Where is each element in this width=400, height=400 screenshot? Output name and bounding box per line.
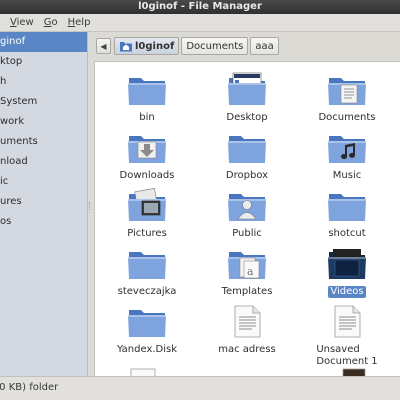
file-label: Dropbox [225, 170, 269, 181]
sidebar-item[interactable]: ktop [0, 52, 87, 72]
file-label: Public [232, 228, 262, 239]
file-item-yandex-disk[interactable]: Yandex.Disk [99, 304, 195, 356]
menubar: View Go Help [0, 14, 400, 32]
file-label: Documents [318, 112, 376, 123]
file-item-mac-adress[interactable]: mac adress [199, 304, 295, 356]
text-document-icon [334, 305, 361, 338]
sidebar-item[interactable]: work [0, 112, 87, 132]
file-item-steveczajka[interactable]: steveczajka [99, 246, 195, 298]
text-document-icon [234, 305, 261, 338]
folder-pictures-icon [128, 188, 166, 221]
file-label: mac adress [218, 344, 276, 355]
folder-icon [128, 310, 166, 337]
status-bar: .0 KB) folder [0, 376, 400, 400]
breadcrumb-label: Documents [186, 40, 244, 52]
folder-documents-icon [328, 78, 366, 105]
file-label: shotcut [328, 228, 366, 239]
folder-icon [128, 78, 166, 105]
sidebar-item[interactable]: System [0, 92, 87, 112]
folder-templates-icon: a [228, 252, 266, 279]
folder-desktop-icon [228, 72, 266, 105]
sidebar-item[interactable]: ginof [0, 32, 87, 52]
file-label: steveczajka [117, 286, 177, 297]
file-item-shotcut[interactable]: shotcut [299, 188, 395, 240]
file-label: Videos [328, 286, 366, 298]
breadcrumb-label: aaa [255, 40, 274, 52]
sidebar-item[interactable]: ic [0, 172, 87, 192]
breadcrumb-documents[interactable]: Documents [181, 37, 249, 55]
breadcrumb-label: l0ginof [135, 40, 175, 52]
status-text: .0 KB) folder [0, 382, 59, 393]
folder-videos-icon [328, 249, 366, 279]
sidebar-item[interactable]: os [0, 212, 87, 232]
path-bar: ◀ l0ginof Documents aaa [92, 32, 400, 60]
file-label: Downloads [119, 170, 175, 181]
file-label: Unsaved Document 1 [314, 344, 379, 368]
file-view[interactable]: bin Desktop Documents Downloads Dropbox Music… [94, 61, 400, 376]
window-title: l0ginof - File Manager [0, 0, 400, 14]
file-label: bin [139, 112, 155, 123]
file-label: Yandex.Disk [116, 344, 178, 355]
folder-icon [128, 252, 166, 279]
file-item-templates[interactable]: a Templates [199, 246, 295, 298]
triangle-left-icon: ◀ [100, 41, 107, 51]
file-label: Pictures [127, 228, 167, 239]
folder-music-icon [328, 136, 366, 163]
file-label: Templates [221, 286, 273, 297]
sidebar-item[interactable]: uments [0, 132, 87, 152]
file-item-public[interactable]: Public [199, 188, 295, 240]
sidebar-item[interactable]: nload [0, 152, 87, 172]
path-back-button[interactable]: ◀ [96, 38, 111, 54]
breadcrumb-aaa[interactable]: aaa [250, 37, 279, 55]
sidebar: ginof ktop h System work uments nload ic ures os [0, 32, 88, 376]
svg-text:a: a [247, 265, 254, 278]
file-item-unsaved-document-1[interactable]: Unsaved Document 1 [299, 304, 395, 368]
menu-go[interactable]: Go [44, 17, 58, 28]
file-label: Desktop [226, 112, 268, 123]
folder-icon [228, 136, 266, 163]
folder-download-icon [128, 136, 166, 163]
menu-view[interactable]: View [10, 17, 34, 28]
text-document-icon [130, 368, 156, 376]
sidebar-item[interactable]: h [0, 72, 87, 92]
home-folder-icon [120, 42, 132, 52]
file-item-videos[interactable]: Videos [299, 246, 395, 298]
file-item-bin[interactable]: bin [99, 72, 195, 124]
sidebar-resize-handle[interactable] [88, 32, 92, 376]
file-label-line: Unsaved [316, 344, 360, 355]
image-file-icon [342, 368, 366, 376]
sidebar-item[interactable]: ures [0, 192, 87, 212]
file-item-dropbox[interactable]: Dropbox [199, 130, 295, 182]
file-item-downloads[interactable]: Downloads [99, 130, 195, 182]
file-label: Music [332, 170, 362, 181]
folder-public-icon [228, 194, 266, 221]
breadcrumb-l0ginof[interactable]: l0ginof [114, 37, 180, 55]
file-item-pictures[interactable]: Pictures [99, 188, 195, 240]
file-item-documents[interactable]: Documents [299, 72, 395, 124]
menu-help[interactable]: Help [68, 17, 91, 28]
file-item-music[interactable]: Music [299, 130, 395, 182]
file-item-desktop[interactable]: Desktop [199, 72, 295, 124]
folder-icon [328, 194, 366, 221]
